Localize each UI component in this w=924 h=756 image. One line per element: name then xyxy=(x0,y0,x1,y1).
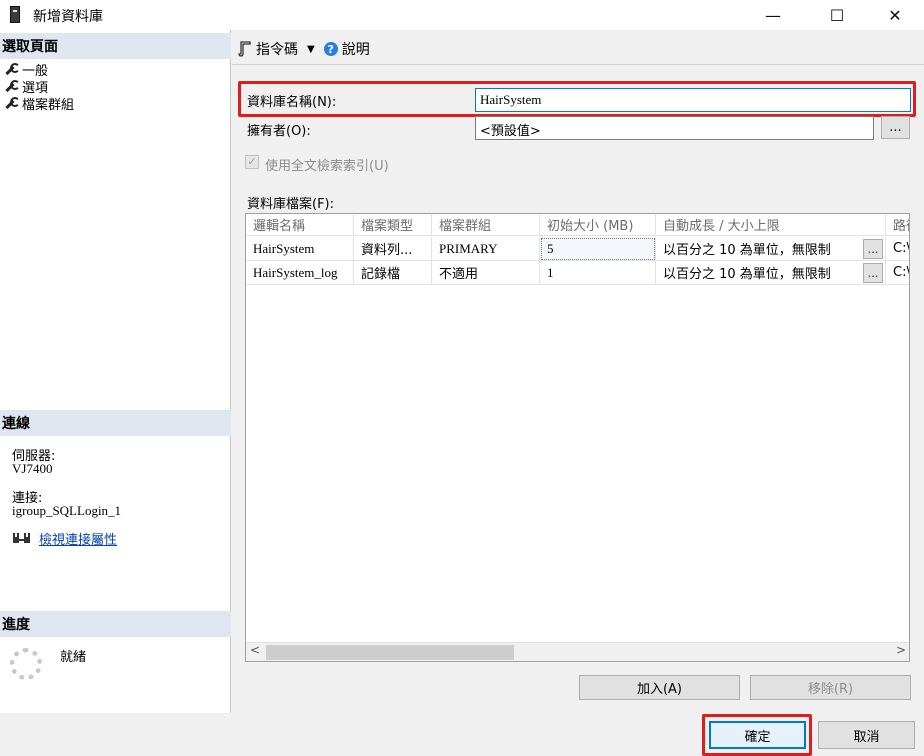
fulltext-checkbox[interactable]: ✓ xyxy=(245,155,259,169)
connection-value: igroup_SQLLogin_1 xyxy=(12,503,122,518)
toolbar: 指令碼 ▼ ? 說明 xyxy=(232,38,370,60)
db-name-input[interactable]: HairSystem xyxy=(475,88,911,112)
db-files-grid: 邏輯名稱 檔案類型 檔案群組 初始大小 (MB) 自動成長 / 大小上限 路徑 … xyxy=(245,213,910,662)
title-bar: 新增資料庫 — ☐ ✕ xyxy=(0,0,924,30)
close-button[interactable]: ✕ xyxy=(872,0,918,30)
left-pane: 選取頁面 一般 選項 檔案群組 連線 伺服器: VJ7400 連接: igrou… xyxy=(0,30,231,713)
cell-file-type[interactable]: 記錄檔 xyxy=(354,261,432,285)
select-page-header: 選取頁面 xyxy=(0,33,231,59)
cell-path[interactable]: C:\ xyxy=(886,237,909,261)
nav-item-label: 檔案群組 xyxy=(22,98,75,113)
cell-initial-size[interactable]: 1 xyxy=(540,261,656,285)
add-button[interactable]: 加入(A) xyxy=(579,675,740,700)
cell-filegroup[interactable]: 不適用 xyxy=(432,261,540,285)
db-files-label: 資料庫檔案(F): xyxy=(247,197,335,212)
dropdown-arrow-icon: ▼ xyxy=(307,43,315,55)
wrench-icon xyxy=(4,97,20,110)
connection-plug-icon xyxy=(13,532,30,543)
owner-input[interactable]: <預設值> xyxy=(475,116,874,140)
scrollbar-thumb[interactable] xyxy=(266,645,514,660)
cell-initial-size[interactable]: 5 xyxy=(540,237,656,261)
connection-header: 連線 xyxy=(0,410,231,436)
window-title: 新增資料庫 xyxy=(33,9,103,25)
fulltext-label: 使用全文檢索索引(U) xyxy=(265,159,389,174)
column-header-path[interactable]: 路徑 xyxy=(886,214,909,236)
view-connection-properties[interactable]: 檢視連接屬性 xyxy=(12,529,117,548)
scroll-right-icon[interactable]: > xyxy=(896,643,906,657)
wrench-icon xyxy=(4,63,20,76)
nav-item-filegroups[interactable]: 檔案群組 xyxy=(4,95,75,113)
column-header-file-type[interactable]: 檔案類型 xyxy=(354,214,432,236)
scroll-left-icon[interactable]: < xyxy=(250,643,260,657)
cell-path[interactable]: C:\ xyxy=(886,261,909,285)
minimize-button[interactable]: — xyxy=(750,0,796,30)
column-header-autogrowth[interactable]: 自動成長 / 大小上限 xyxy=(656,214,886,236)
script-label: 指令碼 xyxy=(256,42,298,58)
progress-spinner-icon xyxy=(10,648,42,680)
progress-status: 就緒 xyxy=(60,650,87,665)
horizontal-scrollbar[interactable]: < > xyxy=(246,642,909,661)
help-label: 說明 xyxy=(341,42,370,58)
db-name-label: 資料庫名稱(N): xyxy=(247,95,337,110)
view-connection-link[interactable]: 檢視連接屬性 xyxy=(39,529,117,548)
script-icon xyxy=(238,41,251,57)
server-value: VJ7400 xyxy=(12,461,53,476)
script-button[interactable]: 指令碼 ▼ xyxy=(238,39,315,59)
cell-logical-name[interactable]: HairSystem_log xyxy=(246,261,354,285)
progress-header: 進度 xyxy=(0,611,231,637)
ok-button[interactable]: 確定 xyxy=(709,721,806,749)
autogrowth-browse-button[interactable]: ... xyxy=(863,263,883,283)
column-header-logical-name[interactable]: 邏輯名稱 xyxy=(246,214,354,236)
help-button[interactable]: ? 說明 xyxy=(323,39,370,59)
autogrowth-browse-button[interactable]: ... xyxy=(863,239,883,259)
wrench-icon xyxy=(4,80,20,93)
app-icon xyxy=(10,6,20,23)
cell-autogrowth[interactable]: 以百分之 10 為單位，無限制 xyxy=(656,261,886,285)
cell-file-type[interactable]: 資料列... xyxy=(354,237,432,261)
column-header-initial-size[interactable]: 初始大小 (MB) xyxy=(540,214,656,236)
remove-button[interactable]: 移除(R) xyxy=(750,675,911,700)
cell-logical-name[interactable]: HairSystem xyxy=(246,237,354,261)
maximize-button[interactable]: ☐ xyxy=(814,0,860,30)
cell-filegroup[interactable]: PRIMARY xyxy=(432,237,540,261)
help-icon: ? xyxy=(323,42,338,56)
nav-item-general[interactable]: 一般 xyxy=(4,61,48,79)
column-header-filegroup[interactable]: 檔案群組 xyxy=(432,214,540,236)
cell-autogrowth[interactable]: 以百分之 10 為單位，無限制 xyxy=(656,237,886,261)
cancel-button[interactable]: 取消 xyxy=(818,721,915,749)
toolbar-divider xyxy=(232,64,924,65)
owner-label: 擁有者(O): xyxy=(247,124,311,139)
nav-item-options[interactable]: 選項 xyxy=(4,78,48,96)
owner-browse-button[interactable]: ... xyxy=(881,116,910,139)
